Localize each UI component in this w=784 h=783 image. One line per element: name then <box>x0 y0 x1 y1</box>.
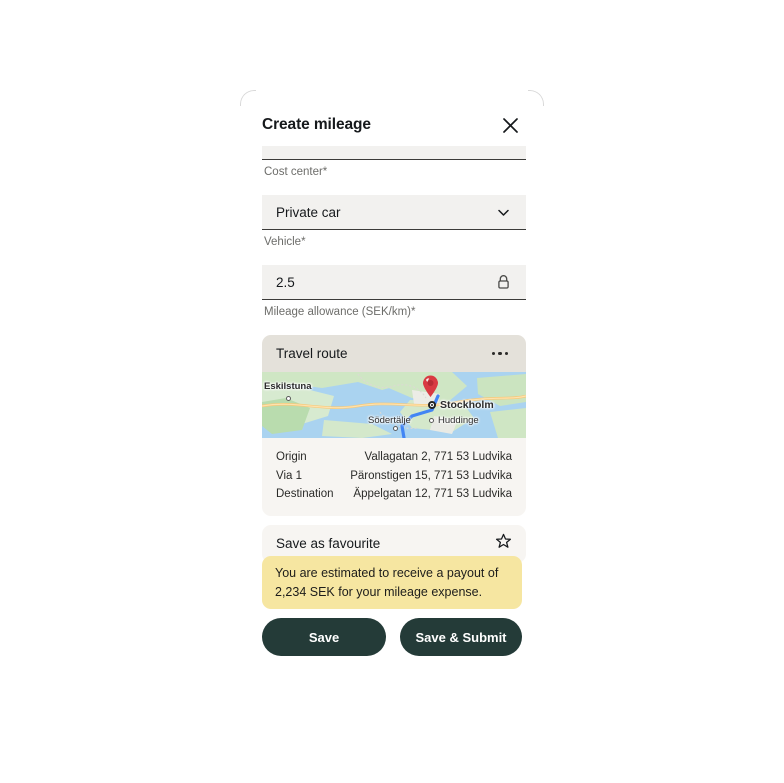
dialog-header: Create mileage <box>240 104 544 146</box>
route-map[interactable]: Eskilstuna Stockholm Södertälje Huddinge <box>262 372 526 438</box>
screen-root: Create mileage Cost center* Private car … <box>0 0 784 783</box>
field-mileage-allowance: 2.5 Mileage allowance (SEK/km)* <box>262 265 526 318</box>
payout-estimate-toast: You are estimated to receive a payout of… <box>262 556 522 609</box>
route-row-destination: Destination Äppelgatan 12, 771 53 Ludvik… <box>276 485 512 504</box>
save-button[interactable]: Save <box>262 618 386 656</box>
travel-route-header: Travel route <box>262 335 526 372</box>
page-title: Create mileage <box>262 116 371 133</box>
map-label-stockholm: Stockholm <box>440 399 494 411</box>
chevron-down-icon[interactable] <box>494 203 512 221</box>
close-button[interactable] <box>498 113 522 137</box>
close-icon <box>502 117 519 134</box>
route-via-1-label: Via 1 <box>276 469 303 482</box>
route-destination-label: Destination <box>276 488 334 500</box>
lock-icon <box>494 273 512 291</box>
star-outline-icon[interactable] <box>495 533 512 555</box>
map-dot-eskilstuna <box>286 396 291 401</box>
route-row-origin: Origin Vallagatan 2, 771 53 Ludvika <box>276 448 512 467</box>
route-via-1-value: Päronstigen 15, 771 53 Ludvika <box>350 469 512 482</box>
save-as-favourite-label: Save as favourite <box>276 536 381 551</box>
more-options-icon[interactable] <box>488 348 512 359</box>
map-dot-huddinge <box>429 418 434 423</box>
mileage-allowance-input[interactable]: 2.5 <box>262 265 526 300</box>
map-label-sodertalje: Södertälje <box>368 415 411 426</box>
mileage-allowance-label: Mileage allowance (SEK/km)* <box>264 306 416 318</box>
map-label-huddinge: Huddinge <box>438 415 479 426</box>
route-origin-value: Vallagatan 2, 771 53 Ludvika <box>364 451 512 463</box>
payout-estimate-line-2: 2,234 SEK for your mileage expense. <box>275 585 483 599</box>
route-destination-value: Äppelgatan 12, 771 53 Ludvika <box>353 488 512 500</box>
save-and-submit-button[interactable]: Save & Submit <box>400 618 522 656</box>
map-pin-icon <box>422 375 439 398</box>
travel-route-card: Travel route Eskilstuna Stockholm Södert… <box>262 335 526 516</box>
map-label-eskilstuna: Eskilstuna <box>264 381 312 392</box>
travel-route-title: Travel route <box>276 346 348 361</box>
map-dot-sodertalje <box>393 426 398 431</box>
vehicle-value: Private car <box>276 204 341 220</box>
route-address-list: Origin Vallagatan 2, 771 53 Ludvika Via … <box>262 438 526 516</box>
route-row-via-1: Via 1 Päronstigen 15, 771 53 Ludvika <box>276 467 512 486</box>
dialog-footer: Save Save & Submit <box>262 618 522 656</box>
payout-estimate-line-1: You are estimated to receive a payout of <box>275 566 499 580</box>
route-origin-label: Origin <box>276 451 307 463</box>
field-vehicle: Private car Vehicle* <box>262 195 526 248</box>
field-cost-center: Cost center* <box>262 146 526 178</box>
cost-center-input[interactable] <box>262 146 526 160</box>
map-dot-stockholm <box>428 401 436 409</box>
mileage-allowance-value: 2.5 <box>276 274 295 290</box>
cost-center-label: Cost center* <box>264 166 328 178</box>
vehicle-select[interactable]: Private car <box>262 195 526 230</box>
vehicle-label: Vehicle* <box>264 236 306 248</box>
